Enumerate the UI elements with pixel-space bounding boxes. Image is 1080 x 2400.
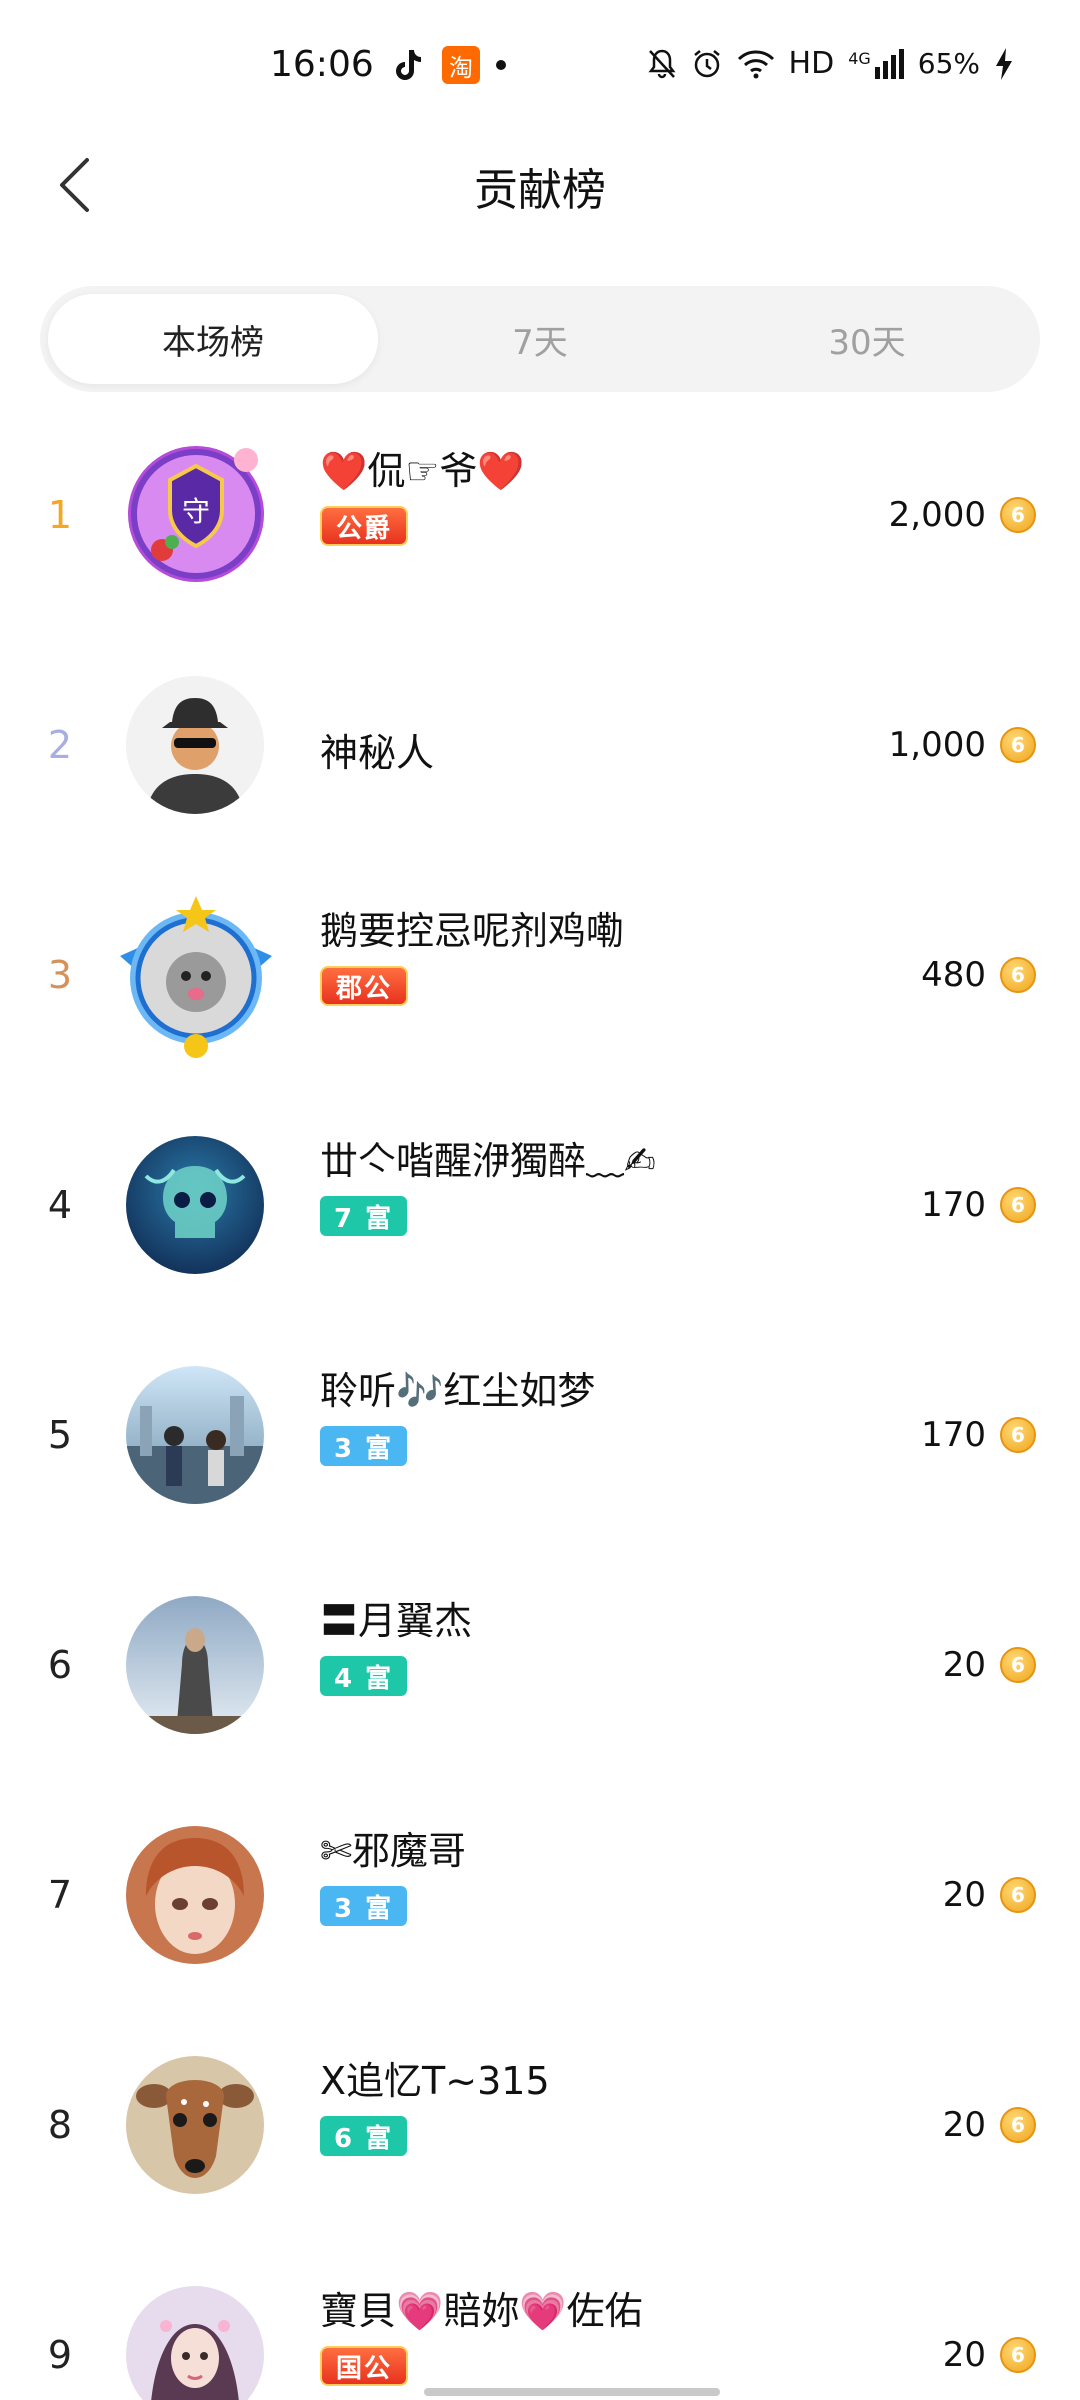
coin-icon: 6	[1000, 2107, 1036, 2143]
ranking-row[interactable]: 7 ✄邪魔哥 3 富 20 6	[0, 1780, 1080, 2010]
coin-icon: 6	[1000, 1877, 1036, 1913]
ranking-row[interactable]: 4 丗亽喈醒洢獨醉﹏✍ 7 富 170 6	[0, 1090, 1080, 1320]
contribution-amount: 170	[921, 1185, 986, 1225]
contribution-amount: 20	[942, 1875, 986, 1915]
battery-percent: 65%	[917, 47, 980, 80]
ranking-row[interactable]: 3 鹅要控忌呢剂鸡嘞 郡公 480 6	[0, 860, 1080, 1090]
user-name: ✄邪魔哥	[320, 1829, 466, 1873]
ranking-row[interactable]: 9 寶貝💗賠妳💗佐佑 国公 20 6	[0, 2240, 1080, 2400]
network-label: HD	[788, 46, 835, 81]
contribution-amount: 2,000	[888, 495, 986, 535]
avatar[interactable]	[112, 886, 280, 1064]
rank-number: 3	[47, 953, 73, 997]
ranking-row[interactable]: 8 X追忆T~315 6 富 20 6	[0, 2010, 1080, 2240]
alarm-icon	[691, 48, 723, 80]
contribution-amount: 170	[921, 1415, 986, 1455]
period-tabs: 本场榜 7天 30天	[40, 286, 1040, 392]
signal-icon: 4G	[848, 48, 904, 79]
user-name: 丗亽喈醒洢獨醉﹏✍	[320, 1139, 656, 1183]
wealth-level-badge: 4 富	[320, 1656, 408, 1696]
ranking-row[interactable]: 6 〓月翼杰 4 富 20 6	[0, 1550, 1080, 1780]
rank-title-badge: 郡公	[320, 966, 409, 1006]
contribution-amount: 480	[921, 955, 986, 995]
user-name: 〓月翼杰	[320, 1599, 473, 1643]
tab-30-days[interactable]: 30天	[702, 294, 1032, 384]
tab-this-session[interactable]: 本场榜	[48, 294, 378, 384]
rank-number: 6	[47, 1643, 73, 1687]
contribution-amount: 20	[942, 1645, 986, 1685]
tab-7-days[interactable]: 7天	[375, 294, 705, 384]
signal-type: 4G	[848, 48, 871, 68]
coin-icon: 6	[1000, 497, 1036, 533]
notification-dot	[496, 60, 506, 70]
coin-icon: 6	[1000, 727, 1036, 763]
ranking-row[interactable]: 1 守 ❤️侃☞爷❤️ 公爵 2,000 6	[0, 400, 1080, 630]
wealth-level-badge: 3 富	[320, 1426, 408, 1466]
taobao-icon: 淘	[442, 46, 480, 84]
contribution-amount: 20	[942, 2105, 986, 2145]
svg-text:守: 守	[182, 495, 210, 528]
coin-icon: 6	[1000, 2337, 1036, 2373]
user-name: 聆听🎶红尘如梦	[320, 1369, 596, 1413]
rank-number: 1	[47, 493, 73, 537]
wealth-level-badge: 6 富	[320, 2116, 408, 2156]
user-name: ❤️侃☞爷❤️	[320, 449, 525, 493]
coin-icon: 6	[1000, 957, 1036, 993]
rank-number: 9	[47, 2333, 73, 2377]
ranking-row[interactable]: 2 神秘人 1,000 6	[0, 630, 1080, 860]
status-right: HD 4G 65%	[647, 46, 1014, 81]
user-name: X追忆T~315	[320, 2059, 550, 2103]
rank-number: 7	[47, 1873, 73, 1917]
home-indicator[interactable]	[424, 2388, 720, 2396]
tiktok-icon	[390, 46, 424, 84]
charging-icon	[994, 47, 1014, 81]
contribution-amount: 20	[942, 2335, 986, 2375]
wealth-level-badge: 7 富	[320, 1196, 408, 1236]
coin-icon: 6	[1000, 1647, 1036, 1683]
status-time: 16:06	[270, 44, 374, 85]
user-name: 鹅要控忌呢剂鸡嘞	[320, 909, 625, 953]
user-name: 寶貝💗賠妳💗佐佑	[320, 2289, 643, 2333]
wealth-level-badge: 3 富	[320, 1886, 408, 1926]
wifi-icon	[737, 49, 775, 79]
avatar[interactable]	[126, 676, 264, 814]
avatar[interactable]: 守	[112, 426, 280, 604]
coin-icon: 6	[1000, 1187, 1036, 1223]
rank-number: 5	[47, 1413, 73, 1457]
user-name: 神秘人	[320, 731, 435, 775]
ranking-row[interactable]: 5 聆听🎶红尘如梦 3 富 170 6	[0, 1320, 1080, 1550]
avatar[interactable]	[126, 2286, 264, 2400]
avatar[interactable]	[126, 1366, 264, 1504]
rank-number: 4	[47, 1183, 73, 1227]
rank-number: 8	[47, 2103, 73, 2147]
rank-title-badge: 公爵	[320, 506, 409, 546]
avatar[interactable]	[126, 1596, 264, 1734]
contribution-amount: 1,000	[888, 725, 986, 765]
status-bar: 16:06 淘 HD 4G 65%	[0, 0, 1080, 130]
avatar[interactable]	[126, 2056, 264, 2194]
coin-icon: 6	[1000, 1417, 1036, 1453]
avatar[interactable]	[126, 1826, 264, 1964]
avatar[interactable]	[126, 1136, 264, 1274]
page-title: 贡献榜	[474, 165, 606, 216]
mute-bell-icon	[647, 48, 677, 80]
header: 贡献榜	[0, 130, 1080, 240]
rank-number: 2	[47, 723, 73, 767]
rank-title-badge: 国公	[320, 2346, 409, 2386]
